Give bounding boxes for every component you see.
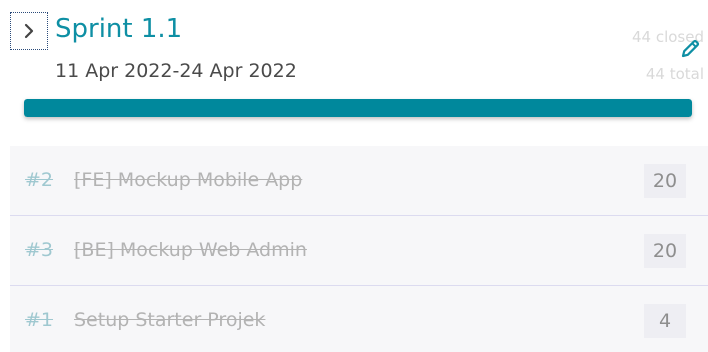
task-list: #2 [FE] Mockup Mobile App 20 #3 [BE] Moc… bbox=[10, 146, 708, 352]
task-row[interactable]: #3 [BE] Mockup Web Admin 20 bbox=[10, 216, 708, 286]
sprint-dates: 11 Apr 2022-24 Apr 2022 bbox=[55, 60, 297, 82]
task-id-link[interactable]: #3 bbox=[25, 238, 53, 262]
task-points-badge: 20 bbox=[644, 234, 686, 268]
task-row[interactable]: #2 [FE] Mockup Mobile App 20 bbox=[10, 146, 708, 216]
task-name-link[interactable]: [BE] Mockup Web Admin bbox=[74, 238, 307, 262]
task-points-badge: 4 bbox=[644, 304, 686, 338]
total-count: 44 total bbox=[645, 65, 704, 83]
sprint-page: Sprint 1.1 11 Apr 2022-24 Apr 2022 44 cl… bbox=[0, 0, 708, 352]
task-id-link[interactable]: #1 bbox=[25, 308, 53, 332]
sprint-header: Sprint 1.1 11 Apr 2022-24 Apr 2022 44 cl… bbox=[0, 0, 708, 140]
task-name-link[interactable]: [FE] Mockup Mobile App bbox=[74, 168, 302, 192]
sprint-title[interactable]: Sprint 1.1 bbox=[55, 13, 182, 45]
sprint-progress-bar bbox=[24, 99, 692, 117]
sprint-toggle-button[interactable] bbox=[10, 12, 48, 50]
task-id-link[interactable]: #2 bbox=[25, 168, 53, 192]
edit-sprint-button[interactable] bbox=[677, 38, 703, 64]
chevron-right-icon bbox=[22, 23, 36, 39]
task-name-link[interactable]: Setup Starter Projek bbox=[74, 308, 265, 332]
task-row[interactable]: #1 Setup Starter Projek 4 bbox=[10, 286, 708, 352]
pencil-icon bbox=[679, 38, 701, 64]
task-points-badge: 20 bbox=[644, 164, 686, 198]
sprint-progress-fill bbox=[24, 99, 692, 117]
